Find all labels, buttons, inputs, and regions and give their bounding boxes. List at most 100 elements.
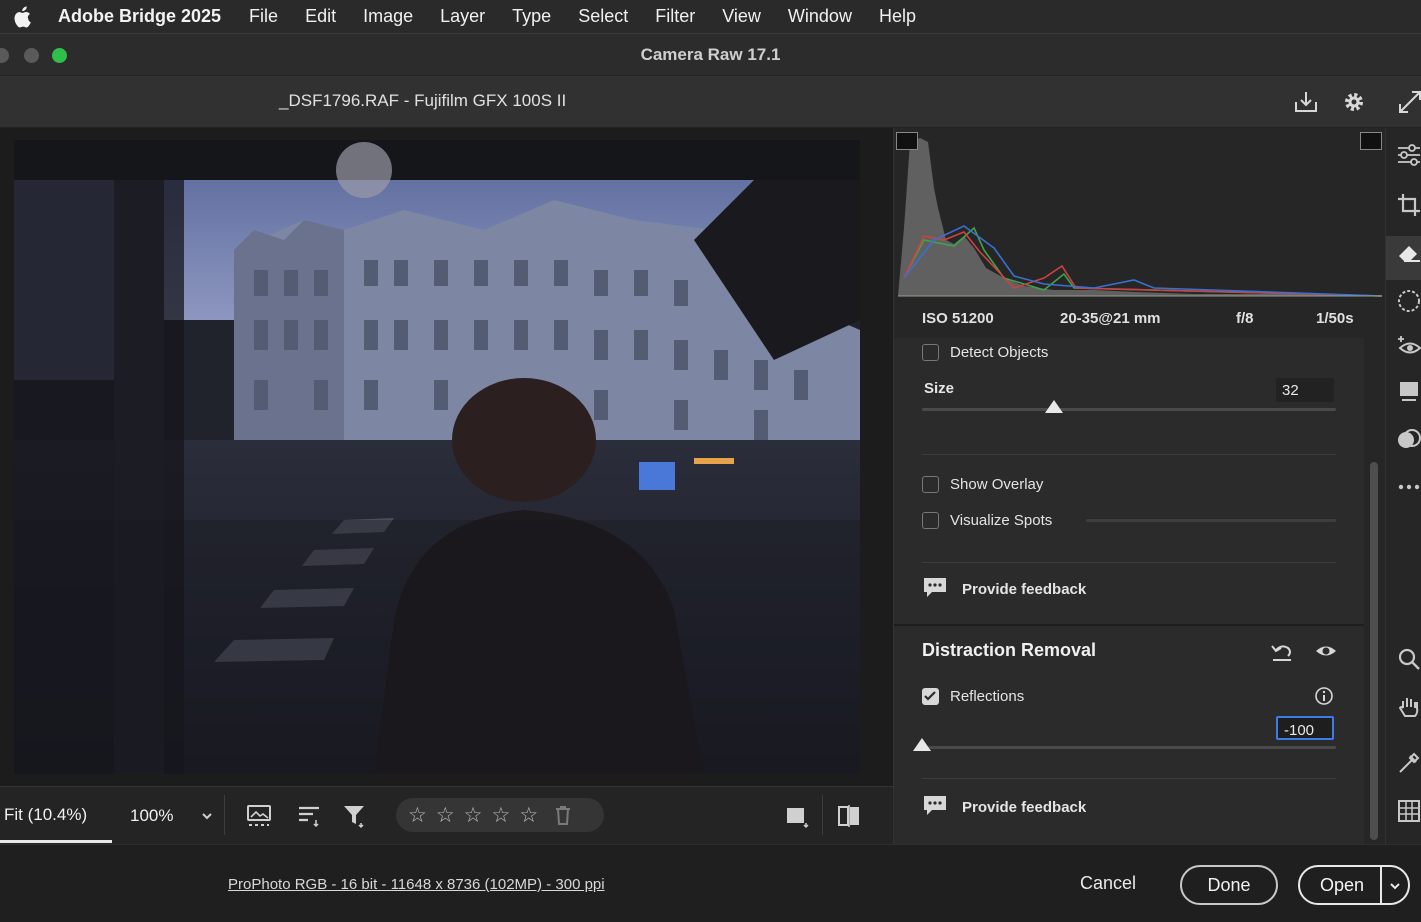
detect-objects-label: Detect Objects [950, 344, 1049, 361]
rating-star-3[interactable]: ☆ [464, 805, 483, 826]
exif-lens: 20-35@21 mm [1060, 310, 1161, 327]
toolbar-divider-2 [822, 795, 823, 835]
app-name-menu[interactable]: Adobe Bridge 2025 [58, 6, 221, 27]
show-overlay-checkbox[interactable] [922, 476, 939, 493]
size-slider-thumb[interactable] [1045, 400, 1064, 413]
provide-feedback-link-2[interactable]: Provide feedback [962, 799, 1086, 816]
menu-filter[interactable]: Filter [655, 6, 695, 27]
image-preview-area[interactable] [0, 128, 893, 786]
visualize-spots-checkbox[interactable] [922, 512, 939, 529]
presets-icon[interactable] [1396, 426, 1421, 452]
size-slider-track[interactable] [922, 408, 1336, 411]
zoom-fit-button[interactable]: Fit (10.4%) [0, 787, 112, 843]
zoom-100-button[interactable]: 100% [130, 806, 173, 826]
tool-rail [1385, 128, 1421, 844]
fullscreen-expand-icon[interactable] [1396, 88, 1421, 116]
toolbar-divider [224, 795, 225, 835]
menu-file[interactable]: File [249, 6, 278, 27]
remove-eraser-icon[interactable] [1396, 240, 1421, 266]
window-title-bar: Camera Raw 17.1 [0, 34, 1421, 76]
trash-icon[interactable] [553, 804, 573, 826]
open-button[interactable]: Open [1298, 865, 1410, 905]
distraction-removal-header[interactable]: Distraction Removal [894, 626, 1364, 678]
menu-type[interactable]: Type [512, 6, 551, 27]
filter-funnel-icon[interactable] [342, 803, 368, 829]
cancel-button[interactable]: Cancel [1070, 867, 1146, 903]
more-options-icon[interactable] [1396, 474, 1421, 500]
visualize-spots-label: Visualize Spots [950, 512, 1053, 529]
exif-info-bar: ISO 51200 20-35@21 mm f/8 1/50s [894, 304, 1384, 336]
show-overlay-label: Show Overlay [950, 476, 1044, 493]
histogram-graph [898, 138, 1383, 297]
settings-gear-icon[interactable] [1340, 88, 1368, 116]
open-button-label: Open [1320, 875, 1365, 895]
masking-circle-icon[interactable] [1396, 288, 1421, 314]
photo-preview[interactable] [14, 140, 860, 774]
zoom-dropdown-chevron-icon[interactable] [200, 809, 214, 823]
filmstrip-icon[interactable] [246, 803, 272, 829]
edit-sliders-icon[interactable] [1396, 142, 1421, 168]
zoom-magnifier-icon[interactable] [1396, 646, 1421, 672]
window-minimize-button[interactable] [24, 48, 39, 63]
feedback-speech-bubble-icon[interactable] [922, 576, 948, 600]
workflow-options-link[interactable]: ProPhoto RGB - 16 bit - 11648 x 8736 (10… [228, 876, 605, 893]
rating-star-1[interactable]: ☆ [408, 805, 427, 826]
single-view-icon[interactable] [784, 803, 810, 829]
reflections-checkbox[interactable] [922, 688, 939, 705]
size-value-input[interactable]: 32 [1276, 378, 1334, 402]
rating-star-2[interactable]: ☆ [436, 805, 455, 826]
section-divider [922, 454, 1336, 455]
menu-layer[interactable]: Layer [440, 6, 485, 27]
visualize-spots-slider[interactable] [1086, 519, 1336, 522]
reflections-value-input[interactable]: -100 [1276, 716, 1334, 740]
red-eye-icon[interactable] [1396, 334, 1421, 360]
exif-shutter: 1/50s [1316, 310, 1354, 327]
feedback-speech-bubble-icon-2[interactable] [922, 794, 948, 818]
reflections-label: Reflections [950, 688, 1025, 705]
menu-edit[interactable]: Edit [305, 6, 336, 27]
window-zoom-button[interactable] [52, 48, 67, 63]
shadow-clipping-toggle[interactable] [896, 132, 918, 150]
street-photo-image [14, 140, 860, 774]
done-button[interactable]: Done [1180, 865, 1278, 905]
menu-image[interactable]: Image [363, 6, 413, 27]
rating-star-5[interactable]: ☆ [519, 805, 538, 826]
save-image-icon[interactable] [1292, 88, 1320, 116]
rating-star-4[interactable]: ☆ [491, 805, 510, 826]
reset-undo-icon[interactable] [1270, 642, 1294, 662]
before-after-compare-icon[interactable] [836, 803, 862, 829]
open-options-chevron-icon[interactable] [1388, 879, 1402, 893]
file-name-label: _DSF1796.RAF - Fujifilm GFX 100S II [279, 91, 567, 110]
size-label: Size [924, 380, 955, 397]
window-close-button[interactable] [0, 48, 9, 63]
file-header-bar: _DSF1796.RAF - Fujifilm GFX 100S II [0, 76, 1421, 128]
menu-help[interactable]: Help [879, 6, 916, 27]
sort-lines-icon[interactable] [296, 803, 322, 829]
visibility-eye-icon[interactable] [1314, 642, 1338, 660]
snapshots-icon[interactable] [1396, 378, 1421, 404]
apple-logo-icon[interactable] [12, 5, 32, 28]
menu-window[interactable]: Window [788, 6, 852, 27]
panel-scroll-thumb[interactable] [1370, 462, 1378, 840]
detect-objects-checkbox[interactable] [922, 344, 939, 361]
reflections-slider-thumb[interactable] [913, 738, 931, 751]
remove-tool-section: Detect Objects Size 32 Show Overlay Visu… [894, 338, 1364, 844]
crop-icon[interactable] [1396, 192, 1421, 218]
highlight-clipping-toggle[interactable] [1360, 132, 1382, 150]
distraction-removal-title: Distraction Removal [922, 640, 1097, 660]
panel-scrollbar[interactable] [1364, 338, 1384, 844]
grid-overlay-icon[interactable] [1396, 798, 1421, 824]
menu-view[interactable]: View [722, 6, 761, 27]
reflections-slider-track[interactable] [922, 746, 1336, 749]
provide-feedback-link[interactable]: Provide feedback [962, 581, 1086, 598]
preview-toolbar: Fit (10.4%) 100% ☆ ☆ ☆ ☆ ☆ [0, 786, 893, 844]
system-menu-bar: Adobe Bridge 2025 File Edit Image Layer … [0, 0, 1421, 34]
hand-pan-icon[interactable] [1396, 694, 1421, 720]
eyedropper-icon[interactable] [1396, 750, 1421, 776]
info-icon[interactable] [1314, 686, 1334, 706]
dialog-footer: ProPhoto RGB - 16 bit - 11648 x 8736 (10… [0, 844, 1421, 922]
section-divider-3 [922, 778, 1336, 779]
menu-select[interactable]: Select [578, 6, 628, 27]
edit-panel: ISO 51200 20-35@21 mm f/8 1/50s Detect O… [893, 128, 1385, 844]
section-divider-2 [922, 562, 1336, 563]
